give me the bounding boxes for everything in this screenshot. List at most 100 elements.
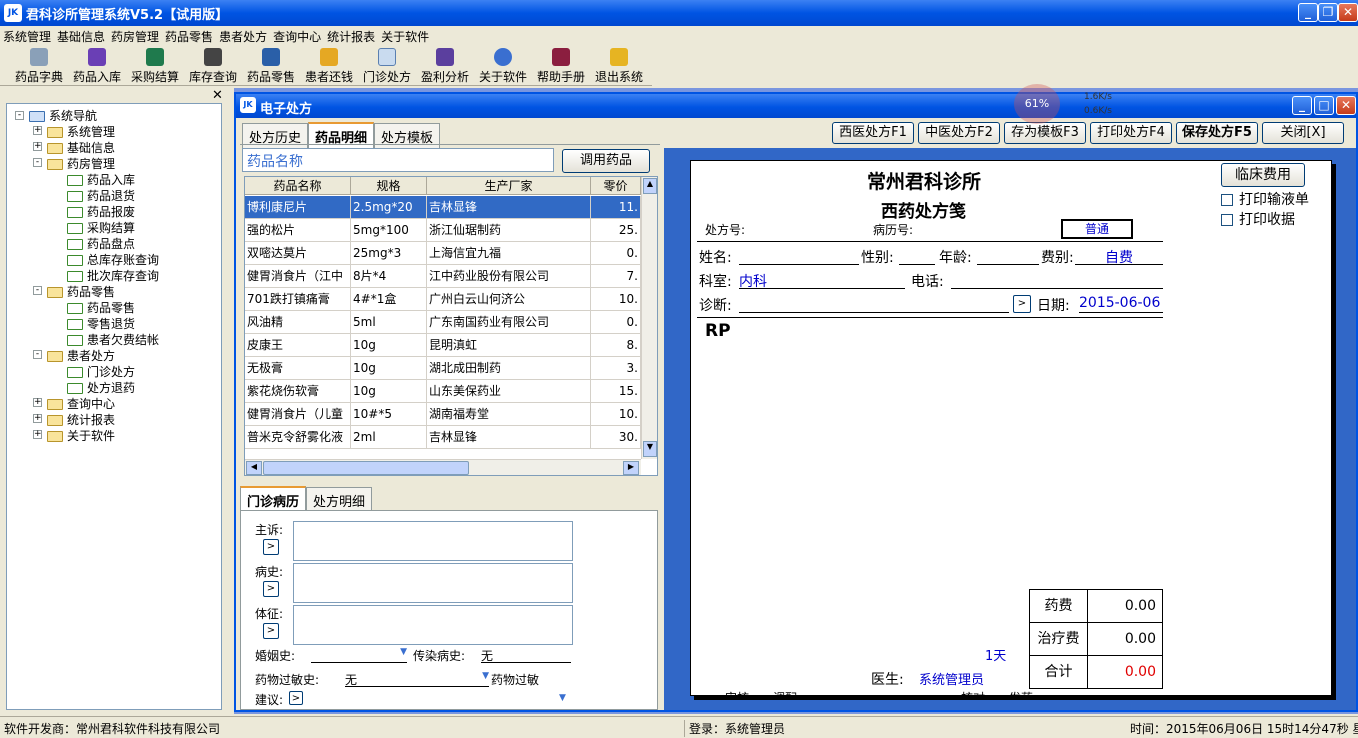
child-minimize-button[interactable]: _: [1292, 96, 1312, 115]
table-row[interactable]: 风油精 5ml 广东南国药业有限公司 0.: [245, 311, 641, 334]
expand-icon[interactable]: +: [33, 430, 42, 439]
date-field[interactable]: 2015-06-06: [1079, 295, 1163, 313]
toolbar-purchase-button[interactable]: 采购结算: [126, 48, 184, 85]
col-header-spec[interactable]: 规格: [351, 177, 427, 195]
rx-type-badge[interactable]: 普通: [1061, 219, 1133, 239]
nav-item[interactable]: 零售退货: [67, 315, 135, 331]
table-row[interactable]: 无极膏 10g 湖北成田制药 3.: [245, 357, 641, 380]
scroll-up-icon[interactable]: ▲: [643, 178, 657, 194]
diag-lookup-icon[interactable]: >: [1013, 295, 1031, 313]
advice-dropdown-icon[interactable]: ▼: [559, 693, 566, 703]
print-infusion-option[interactable]: 打印输液单: [1221, 189, 1309, 209]
nav-item[interactable]: 总库存账查询: [67, 251, 159, 267]
menu-retail[interactable]: 药品零售: [162, 26, 216, 47]
print-receipt-option[interactable]: 打印收据: [1221, 209, 1295, 229]
toolbar-exit-button[interactable]: 退出系统: [590, 48, 648, 85]
nav-item[interactable]: 采购结算: [67, 219, 135, 235]
toolbar-manual-button[interactable]: 帮助手册: [532, 48, 590, 85]
marriage-select[interactable]: ▼: [311, 647, 407, 663]
col-header-name[interactable]: 药品名称: [245, 177, 351, 195]
collapse-icon[interactable]: -: [33, 286, 42, 295]
scroll-down-icon[interactable]: ▼: [643, 441, 657, 457]
history-field[interactable]: [293, 563, 573, 603]
close-rx-button[interactable]: 关闭[X]: [1262, 122, 1344, 144]
nav-item[interactable]: 药品零售: [67, 299, 135, 315]
nav-item[interactable]: + 统计报表: [33, 411, 115, 427]
diag-field[interactable]: [739, 295, 1009, 313]
nav-item[interactable]: 药品报废: [67, 203, 135, 219]
toolbar-inbound-button[interactable]: 药品入库: [68, 48, 126, 85]
table-row[interactable]: 普米克令舒雾化液 2ml 吉林显锋 30.: [245, 426, 641, 449]
dropdown-icon[interactable]: ▼: [482, 671, 489, 681]
fee-type-field[interactable]: 自费: [1075, 247, 1163, 266]
scroll-left-icon[interactable]: ◀: [246, 461, 262, 475]
nav-item[interactable]: 处方退药: [67, 379, 135, 395]
sex-field[interactable]: [899, 247, 935, 265]
grid-hscroll[interactable]: ◀ ▶: [245, 459, 641, 475]
dropdown-icon[interactable]: ▼: [400, 647, 407, 657]
name-field[interactable]: [739, 247, 859, 265]
age-field[interactable]: [977, 247, 1039, 265]
nav-item[interactable]: - 患者处方: [33, 347, 115, 363]
table-row[interactable]: 皮康王 10g 昆明滇虹 8.: [245, 334, 641, 357]
save-template-button[interactable]: 存为模板F3: [1004, 122, 1086, 144]
close-button[interactable]: ✕: [1338, 3, 1358, 22]
menu-base-info[interactable]: 基础信息: [54, 26, 108, 47]
table-row[interactable]: 博利康尼片 2.5mg*20 吉林显锋 11.: [245, 196, 641, 219]
nav-item[interactable]: - 药品零售: [33, 283, 115, 299]
infect-field[interactable]: 无: [481, 647, 571, 663]
dept-field[interactable]: 内科: [739, 271, 905, 290]
menu-reports[interactable]: 统计报表: [324, 26, 378, 47]
nav-item[interactable]: + 查询中心: [33, 395, 115, 411]
nav-item[interactable]: + 基础信息: [33, 139, 115, 155]
nav-item[interactable]: + 系统管理: [33, 123, 115, 139]
chief-expand-icon[interactable]: >: [263, 539, 279, 555]
toolbar-retail-button[interactable]: 药品零售: [242, 48, 300, 85]
table-row[interactable]: 健胃消食片（江中 8片*4 江中药业股份有限公司 7.: [245, 265, 641, 288]
nav-item[interactable]: 药品退货: [67, 187, 135, 203]
toolbar-repay-button[interactable]: 患者还钱: [300, 48, 358, 85]
restore-button[interactable]: ❐: [1318, 3, 1338, 22]
allergy-select[interactable]: 无 ▼: [345, 671, 489, 687]
history-expand-icon[interactable]: >: [263, 581, 279, 597]
toolbar-outpatient-button[interactable]: 门诊处方: [358, 48, 416, 85]
expand-icon[interactable]: +: [33, 142, 42, 151]
nav-item[interactable]: 药品入库: [67, 171, 135, 187]
child-close-button[interactable]: ✕: [1336, 96, 1356, 115]
col-header-maker[interactable]: 生产厂家: [427, 177, 591, 195]
chief-field[interactable]: [293, 521, 573, 561]
tab-history[interactable]: 处方历史: [242, 123, 309, 149]
western-rx-button[interactable]: 西医处方F1: [832, 122, 914, 144]
minimize-button[interactable]: _: [1298, 3, 1318, 22]
nav-item[interactable]: 批次库存查询: [67, 267, 159, 283]
expand-icon[interactable]: +: [33, 414, 42, 423]
table-row[interactable]: 双嘧达莫片 25mg*3 上海信宜九福 0.: [245, 242, 641, 265]
tab-template[interactable]: 处方模板: [374, 123, 441, 149]
menu-about[interactable]: 关于软件: [378, 26, 432, 47]
toolbar-stock-button[interactable]: 库存查询: [184, 48, 242, 85]
menu-query[interactable]: 查询中心: [270, 26, 324, 47]
nav-item[interactable]: + 关于软件: [33, 427, 115, 443]
toolbar-profit-button[interactable]: 盈利分析: [416, 48, 474, 85]
chinese-rx-button[interactable]: 中医处方F2: [918, 122, 1000, 144]
col-header-price[interactable]: 零价: [591, 177, 641, 195]
clinical-fee-button[interactable]: 临床费用: [1221, 163, 1305, 187]
toolbar-about-button[interactable]: 关于软件: [474, 48, 532, 85]
toolbar-drug-dict-button[interactable]: 药品字典: [10, 48, 68, 85]
nav-item[interactable]: 患者欠费结帐: [67, 331, 159, 347]
exam-expand-icon[interactable]: >: [263, 623, 279, 639]
nav-item[interactable]: 门诊处方: [67, 363, 135, 379]
print-rx-button[interactable]: 打印处方F4: [1090, 122, 1172, 144]
expand-icon[interactable]: +: [33, 126, 42, 135]
expand-icon[interactable]: +: [33, 398, 42, 407]
nav-close-icon[interactable]: ✕: [212, 88, 223, 103]
table-row[interactable]: 紫花烧伤软膏 10g 山东美保药业 15.: [245, 380, 641, 403]
menu-pharmacy[interactable]: 药房管理: [108, 26, 162, 47]
nav-root[interactable]: 系统导航: [29, 107, 97, 123]
checkbox-icon[interactable]: [1221, 194, 1233, 206]
scroll-right-icon[interactable]: ▶: [623, 461, 639, 475]
nav-item[interactable]: 药品盘点: [67, 235, 135, 251]
table-row[interactable]: 701跌打镇痛膏 4#*1盒 广州白云山何济公 10.: [245, 288, 641, 311]
tab-outpatient-record[interactable]: 门诊病历: [240, 486, 307, 513]
collapse-icon[interactable]: -: [33, 158, 42, 167]
